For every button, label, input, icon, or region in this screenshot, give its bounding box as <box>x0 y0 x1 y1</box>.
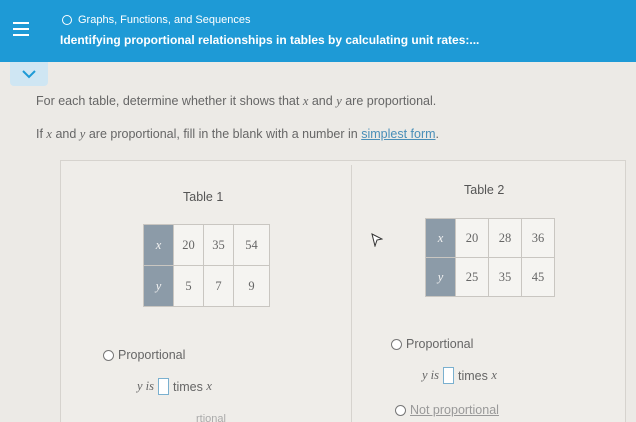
table-cell: 20 <box>173 224 204 266</box>
breadcrumb[interactable]: Graphs, Functions, and Sequences <box>62 14 250 26</box>
radio-circle-icon <box>395 404 406 416</box>
radio-circle-icon <box>391 338 402 350</box>
table-cell: 7 <box>203 265 234 307</box>
instruction-line-1: For each table, determine whether it sho… <box>36 94 437 108</box>
table-row: y 5 7 9 <box>143 265 270 307</box>
table-cell: 5 <box>173 265 204 307</box>
table-cell: 28 <box>488 218 522 258</box>
top-header: Graphs, Functions, and Sequences Identif… <box>0 0 636 62</box>
radio-circle-icon <box>103 349 114 361</box>
table1: x 20 35 54 y 5 7 9 <box>143 224 270 307</box>
panel-divider <box>351 165 352 422</box>
table1-caption: Table 1 <box>183 190 224 204</box>
table2-answer-blank[interactable] <box>443 367 455 384</box>
table2-caption: Table 2 <box>464 183 505 197</box>
table-cell: 35 <box>488 257 522 297</box>
table-cell: 9 <box>233 265 270 307</box>
table1-x-header: x <box>143 224 174 266</box>
table1-answer-blank[interactable] <box>158 378 170 395</box>
table-row: x 20 35 54 <box>143 224 270 266</box>
table-row: x 20 28 36 <box>425 218 555 258</box>
table-cell: 25 <box>455 257 489 297</box>
table-row: y 25 35 45 <box>425 257 555 297</box>
breadcrumb-label: Graphs, Functions, and Sequences <box>78 14 251 26</box>
table2-answer-line: y is times x <box>422 367 497 384</box>
table2-x-header: x <box>425 218 456 258</box>
menu-icon[interactable] <box>10 18 32 42</box>
table2-not-proportional-radio[interactable]: Not proportional <box>395 403 499 417</box>
table-cell: 36 <box>521 218 555 258</box>
mouse-pointer-icon <box>371 233 383 247</box>
collapse-toggle[interactable] <box>10 62 48 86</box>
instruction-line-2: If x and y are proportional, fill in the… <box>36 127 440 141</box>
table1-answer-line: y is times x <box>137 378 212 395</box>
page-title: Identifying proportional relationships i… <box>60 33 480 47</box>
table2: x 20 28 36 y 25 35 45 <box>425 218 555 297</box>
progress-circle-icon <box>62 15 72 25</box>
table2-y-header: y <box>425 257 456 297</box>
simplest-form-link[interactable]: simplest form <box>361 127 435 141</box>
table-cell: 20 <box>455 218 489 258</box>
table-cell: 35 <box>203 224 234 266</box>
table-cell: 45 <box>521 257 555 297</box>
table-cell: 54 <box>233 224 270 266</box>
table1-not-proportional-faded: rtional <box>196 413 226 422</box>
table1-proportional-radio[interactable]: Proportional <box>103 348 185 362</box>
table2-proportional-radio[interactable]: Proportional <box>391 337 473 351</box>
table1-y-header: y <box>143 265 174 307</box>
chevron-down-icon <box>22 70 36 79</box>
